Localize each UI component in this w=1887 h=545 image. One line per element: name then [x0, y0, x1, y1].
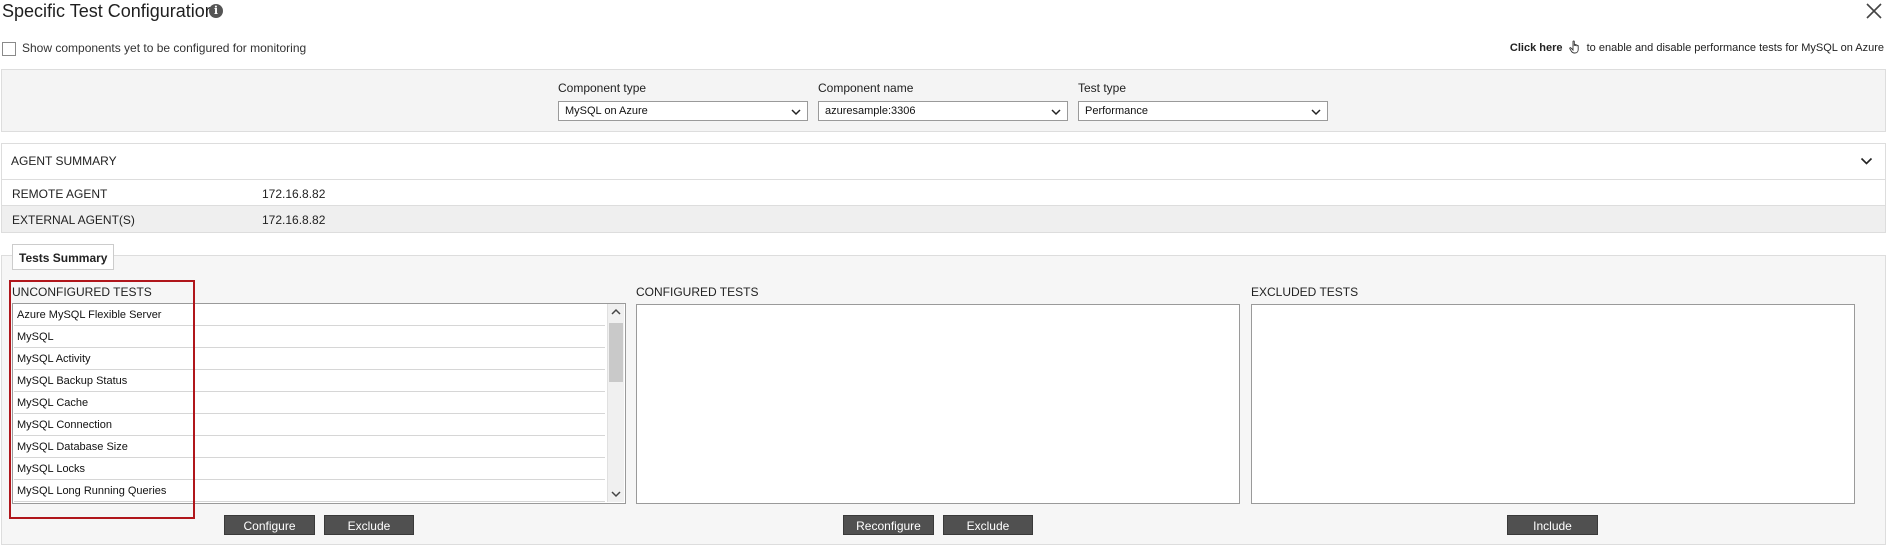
test-type-label: Test type — [1078, 81, 1127, 95]
agent-row-value: 172.16.8.82 — [262, 187, 326, 201]
component-name-value: azuresample:3306 — [825, 105, 916, 117]
page-title: Specific Test Configuration — [2, 1, 215, 21]
hand-pointer-icon — [1568, 40, 1579, 54]
agent-row-remote: REMOTE AGENT 172.16.8.82 — [2, 179, 1885, 205]
configured-tests-title: CONFIGURED TESTS — [636, 285, 759, 299]
agent-row-label: REMOTE AGENT — [12, 187, 108, 201]
list-item[interactable]: MySQL Cache — [14, 392, 605, 414]
configured-tests-list[interactable] — [636, 304, 1240, 504]
list-item[interactable]: MySQL — [14, 326, 605, 348]
exclude-button[interactable]: Exclude — [324, 515, 414, 535]
exclude-configured-button[interactable]: Exclude — [943, 515, 1033, 535]
close-icon[interactable] — [1865, 2, 1883, 20]
list-item[interactable]: MySQL Connection — [14, 414, 605, 436]
agent-row-value: 172.16.8.82 — [262, 213, 326, 227]
agent-summary-title[interactable]: AGENT SUMMARY — [11, 154, 117, 168]
scrollbar-thumb[interactable] — [609, 323, 623, 382]
chevron-up-icon[interactable] — [610, 307, 622, 317]
chevron-down-icon[interactable] — [1860, 156, 1873, 166]
click-here-link[interactable]: Click here — [1510, 42, 1563, 54]
list-item[interactable]: Azure MySQL Flexible Server — [14, 304, 605, 326]
excluded-tests-title: EXCLUDED TESTS — [1251, 285, 1359, 299]
configure-button[interactable]: Configure — [224, 515, 315, 535]
list-item[interactable]: MySQL Activity — [14, 348, 605, 370]
unconfigured-tests-list[interactable]: Azure MySQL Flexible Server MySQL MySQL … — [12, 303, 626, 504]
component-name-label: Component name — [818, 81, 914, 95]
chevron-down-icon — [1051, 109, 1061, 116]
reconfigure-button[interactable]: Reconfigure — [843, 515, 934, 535]
click-here-note: Click here to enable and disable perform… — [1510, 40, 1884, 54]
click-here-description: to enable and disable performance tests … — [1586, 42, 1884, 54]
chevron-down-icon — [1311, 109, 1321, 116]
agent-row-label: EXTERNAL AGENT(S) — [12, 213, 135, 227]
component-type-label: Component type — [558, 81, 647, 95]
chevron-down-icon[interactable] — [610, 489, 622, 499]
info-icon[interactable]: i — [209, 4, 223, 18]
test-type-value: Performance — [1085, 105, 1148, 117]
show-unconfigured-label: Show components yet to be configured for… — [22, 41, 307, 55]
excluded-tests-list[interactable] — [1251, 304, 1855, 504]
tab-tests-summary[interactable]: Tests Summary — [12, 244, 115, 270]
unconfigured-tests-title: UNCONFIGURED TESTS — [12, 285, 152, 299]
list-item[interactable]: MySQL Backup Status — [14, 370, 605, 392]
list-item[interactable]: MySQL Locks — [14, 458, 605, 480]
agent-row-external: EXTERNAL AGENT(S) 172.16.8.82 — [2, 205, 1885, 232]
list-item[interactable]: MySQL Database Size — [14, 436, 605, 458]
component-type-select[interactable]: MySQL on Azure — [558, 101, 808, 121]
test-type-select[interactable]: Performance — [1078, 101, 1328, 121]
list-item[interactable]: MySQL Long Running Queries — [14, 480, 605, 502]
chevron-down-icon — [791, 109, 801, 116]
component-type-value: MySQL on Azure — [565, 105, 648, 117]
component-name-select[interactable]: azuresample:3306 — [818, 101, 1068, 121]
show-unconfigured-checkbox[interactable] — [2, 42, 16, 56]
include-button[interactable]: Include — [1507, 515, 1598, 535]
